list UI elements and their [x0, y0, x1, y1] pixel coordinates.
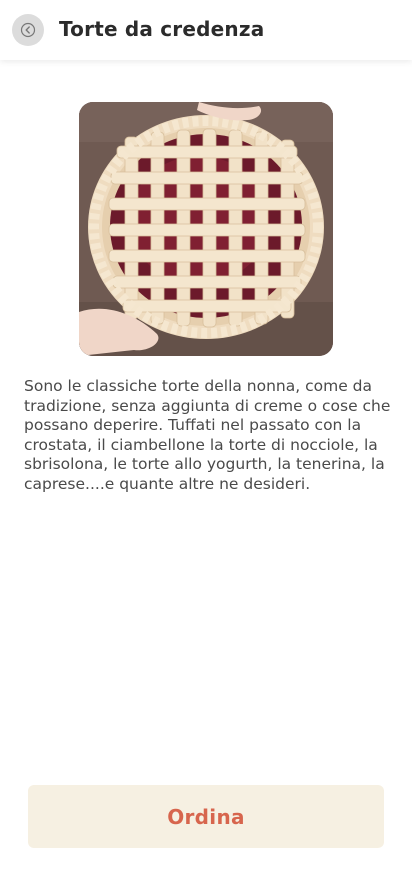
app-header: Torte da credenza — [0, 0, 412, 60]
order-button-label: Ordina — [167, 804, 245, 829]
product-description: Sono le classiche torte della nonna, com… — [24, 377, 391, 493]
back-arrow-icon — [20, 22, 36, 38]
back-button[interactable] — [12, 14, 44, 46]
product-image — [79, 102, 333, 356]
order-button[interactable]: Ordina — [28, 785, 384, 848]
page-title: Torte da credenza — [59, 17, 265, 41]
